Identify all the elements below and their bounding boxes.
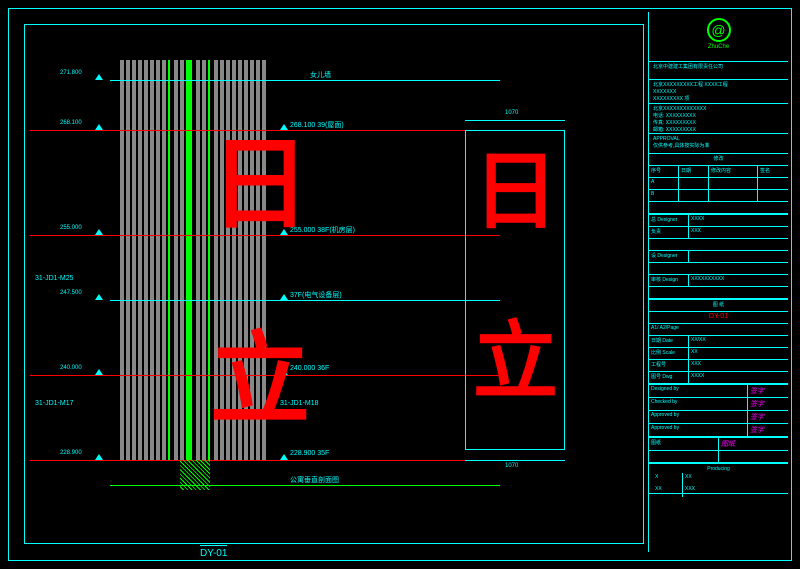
stamp: APPROVAL 仅供参考,具体按实际为准 [649, 134, 788, 154]
elev-240000: 240.000 [60, 365, 82, 371]
logo-icon: @ [707, 18, 731, 42]
detail-view: 1070 日 立 1070 [445, 120, 590, 470]
title-block: @ ZhuChe 北京中建建工集团有限责任公司 北京XXXXXXXXX工程 XX… [648, 12, 788, 552]
label-parapet: 女儿墙 [310, 70, 331, 80]
revision-table: 修改 序号 日期 修改内容 签名 A B [649, 154, 788, 215]
label-37f: 37F(电气设备层) [290, 290, 342, 300]
drawing-info-table: 图 纸 DY-01 A1/ A2/Page 日期 DateXX/XX 比例 Sc… [649, 300, 788, 385]
watermark-char-1: 日 [210, 135, 310, 235]
detail-char-1: 日 [473, 150, 558, 235]
drawing-title: DY-01 [200, 545, 227, 559]
dim-bottom: 1070 [505, 463, 518, 469]
signature-table: Designed by签字 Checked by签字 Approved by签字… [649, 385, 788, 438]
logo-brand: ZhuChe [653, 44, 784, 50]
section-title: 公寓垂直剖面图 [290, 475, 339, 485]
roles-table: 总 DesignerXXXX 负责XXX 设 Designer 审核 Desig… [649, 215, 788, 300]
footer-section: Producing XXX XXXXX [649, 464, 788, 494]
side-m25: 31-JD1-M25 [35, 275, 74, 282]
final-table: 图纸图纸 [649, 438, 788, 464]
elev-255000: 255.000 [60, 225, 82, 231]
dim-width: 1070 [505, 110, 518, 116]
elev-247500: 247.500 [60, 290, 82, 296]
elev-271800: 271.800 [60, 70, 82, 76]
elevation-drawing: 271.800 女儿墙 268.100 268.100 39(屋面) 255.0… [40, 40, 420, 520]
watermark-char-2: 立 [210, 330, 310, 430]
elev-228900: 228.900 [60, 450, 82, 456]
logo-area: @ ZhuChe [649, 12, 788, 62]
project-info: 北京XXXXXXXXX工程 XXXX工程 XXXXXXX XXXXXXXXX 项 [649, 80, 788, 104]
detail-char-2: 立 [473, 320, 558, 405]
elev-268100: 268.100 [60, 120, 82, 126]
side-m17: 31-JD1-M17 [35, 400, 74, 407]
contact-info: 北京XXXXXXXXXXXXX 电话: XXXXXXXXX 传真: XXXXXX… [649, 104, 788, 134]
company-info: 北京中建建工集团有限责任公司 [649, 62, 788, 80]
